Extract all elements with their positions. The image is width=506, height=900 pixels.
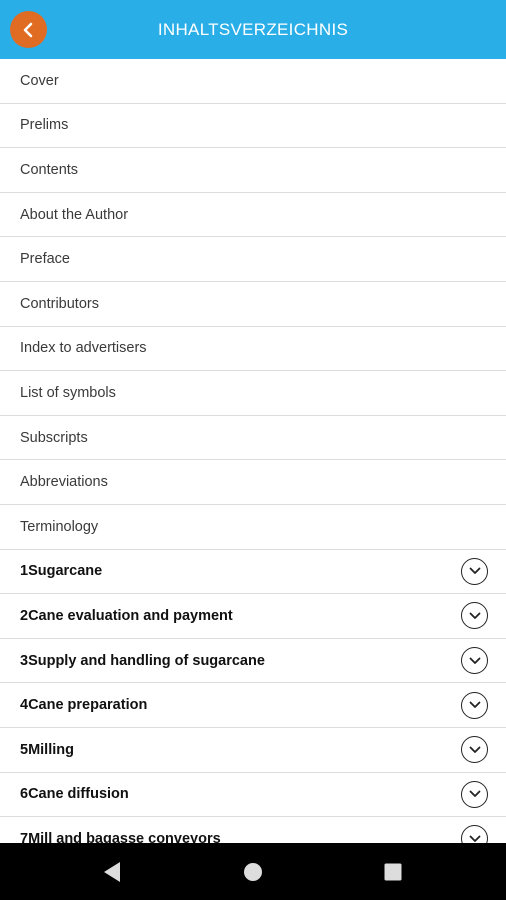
toc-chapter-label: 2Cane evaluation and payment xyxy=(20,607,233,624)
square-recents-icon xyxy=(384,863,402,880)
triangle-back-icon xyxy=(104,861,120,882)
toc-item-subscripts[interactable]: Subscripts xyxy=(0,416,506,461)
nav-recents-button[interactable] xyxy=(363,843,423,900)
nav-back-button[interactable] xyxy=(82,843,142,900)
toc-list: Cover Prelims Contents About the Author … xyxy=(0,59,506,843)
toc-chapter-1[interactable]: 1Sugarcane xyxy=(0,550,506,595)
chevron-left-icon xyxy=(23,22,32,37)
chevron-down-circle-icon[interactable] xyxy=(461,825,488,843)
toc-item-preface[interactable]: Preface xyxy=(0,237,506,282)
chevron-down-circle-icon[interactable] xyxy=(461,602,488,630)
toc-item-terminology[interactable]: Terminology xyxy=(0,505,506,550)
app-bar: INHALTSVERZEICHNIS xyxy=(0,0,506,59)
toc-item-label: Index to advertisers xyxy=(20,340,147,357)
chevron-down-circle-icon[interactable] xyxy=(461,780,488,808)
toc-item-prelims[interactable]: Prelims xyxy=(0,104,506,149)
system-nav-bar xyxy=(0,843,506,900)
toc-chapter-label: 6Cane diffusion xyxy=(20,786,129,803)
toc-chapter-label: 5Milling xyxy=(20,741,74,758)
page-title: INHALTSVERZEICHNIS xyxy=(157,19,349,39)
toc-chapter-5[interactable]: 5Milling xyxy=(0,728,506,773)
toc-item-about-the-author[interactable]: About the Author xyxy=(0,193,506,238)
toc-chapter-4[interactable]: 4Cane preparation xyxy=(0,683,506,728)
chevron-down-circle-icon[interactable] xyxy=(461,557,488,585)
circle-home-icon xyxy=(244,862,262,881)
chevron-down-circle-icon[interactable] xyxy=(461,736,488,764)
toc-chapter-6[interactable]: 6Cane diffusion xyxy=(0,773,506,818)
toc-item-index-to-advertisers[interactable]: Index to advertisers xyxy=(0,327,506,372)
toc-chapter-label: 7Mill and bagasse conveyors xyxy=(20,830,221,843)
toc-item-label: Cover xyxy=(20,72,59,89)
chevron-down-circle-icon[interactable] xyxy=(461,647,488,675)
toc-item-cover[interactable]: Cover xyxy=(0,59,506,104)
toc-item-label: Preface xyxy=(20,251,70,268)
toc-item-label: List of symbols xyxy=(20,384,116,401)
toc-item-label: Contents xyxy=(20,161,79,178)
toc-chapter-7[interactable]: 7Mill and bagasse conveyors xyxy=(0,817,506,843)
toc-item-label: Abbreviations xyxy=(20,474,108,491)
back-button[interactable] xyxy=(10,11,47,48)
toc-item-label: Subscripts xyxy=(20,429,88,446)
toc-item-label: About the Author xyxy=(20,206,129,223)
nav-home-button[interactable] xyxy=(223,843,283,900)
toc-chapter-label: 1Sugarcane xyxy=(20,563,103,580)
toc-chapter-2[interactable]: 2Cane evaluation and payment xyxy=(0,594,506,639)
toc-item-label: Prelims xyxy=(20,117,69,134)
toc-item-list-of-symbols[interactable]: List of symbols xyxy=(0,371,506,416)
toc-chapter-label: 3Supply and handling of sugarcane xyxy=(20,652,265,669)
toc-item-label: Terminology xyxy=(20,518,99,535)
toc-chapter-label: 4Cane preparation xyxy=(20,697,148,714)
toc-item-label: Contributors xyxy=(20,295,99,312)
toc-item-contents[interactable]: Contents xyxy=(0,148,506,193)
toc-chapter-3[interactable]: 3Supply and handling of sugarcane xyxy=(0,639,506,684)
chevron-down-circle-icon[interactable] xyxy=(461,691,488,719)
toc-item-contributors[interactable]: Contributors xyxy=(0,282,506,327)
toc-item-abbreviations[interactable]: Abbreviations xyxy=(0,460,506,505)
